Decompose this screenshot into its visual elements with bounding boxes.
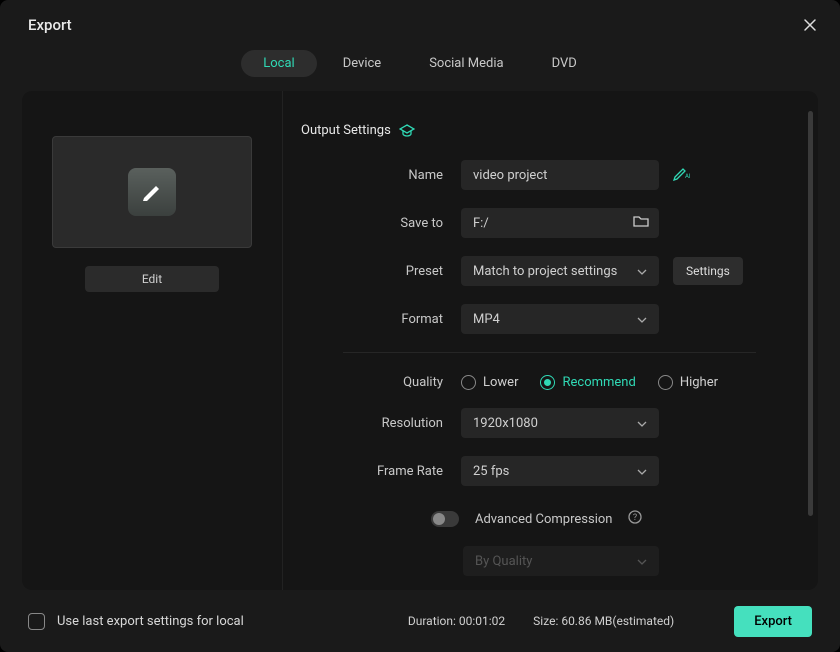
tab-device[interactable]: Device	[321, 50, 404, 77]
folder-icon[interactable]	[633, 214, 649, 232]
quality-lower-label: Lower	[483, 375, 518, 390]
saveto-input[interactable]: F:/	[461, 208, 659, 238]
name-value: video project	[473, 168, 547, 183]
quality-higher-radio[interactable]: Higher	[658, 375, 718, 390]
quality-label: Quality	[301, 375, 461, 390]
tabs: Local Device Social Media DVD	[0, 50, 840, 91]
edit-clip-icon	[128, 168, 176, 216]
resolution-value: 1920x1080	[473, 416, 538, 431]
format-label: Format	[301, 312, 461, 327]
close-icon[interactable]	[802, 17, 818, 33]
quality-higher-label: Higher	[680, 375, 718, 390]
export-button[interactable]: Export	[734, 606, 812, 637]
saveto-label: Save to	[301, 216, 461, 231]
preset-dropdown[interactable]: Match to project settings	[461, 256, 659, 286]
edit-button[interactable]: Edit	[85, 266, 219, 292]
graduation-icon[interactable]	[399, 124, 415, 138]
main-panel: Edit Output Settings Name video project …	[22, 91, 818, 590]
duration-text: Duration: 00:01:02	[408, 614, 505, 628]
advanced-compression-label: Advanced Compression	[475, 512, 612, 527]
output-settings-label: Output Settings	[301, 123, 391, 138]
chevron-down-icon	[637, 312, 647, 327]
format-value: MP4	[473, 312, 500, 327]
quality-recommend-radio[interactable]: Recommend	[540, 375, 635, 390]
name-label: Name	[301, 168, 461, 183]
tab-local[interactable]: Local	[241, 50, 316, 77]
chevron-down-icon	[637, 264, 647, 279]
scrollbar[interactable]	[808, 111, 813, 516]
size-text: Size: 60.86 MB(estimated)	[533, 614, 674, 628]
ai-rename-icon[interactable]: AI	[673, 165, 691, 185]
chevron-down-icon	[637, 464, 647, 479]
compression-mode-value: By Quality	[475, 554, 532, 569]
titlebar: Export	[0, 0, 840, 50]
format-dropdown[interactable]: MP4	[461, 304, 659, 334]
preview-column: Edit	[22, 91, 282, 590]
saveto-value: F:/	[473, 216, 489, 231]
preset-value: Match to project settings	[473, 264, 617, 279]
footer: Use last export settings for local Durat…	[0, 590, 840, 652]
quality-radio-group: Lower Recommend Higher	[461, 375, 718, 390]
name-input[interactable]: video project	[461, 160, 659, 190]
framerate-dropdown[interactable]: 25 fps	[461, 456, 659, 486]
resolution-dropdown[interactable]: 1920x1080	[461, 408, 659, 438]
framerate-value: 25 fps	[473, 464, 509, 479]
preview-thumbnail[interactable]	[52, 136, 252, 248]
chevron-down-icon	[637, 554, 647, 569]
checkbox-icon	[28, 613, 45, 630]
tab-social-media[interactable]: Social Media	[407, 50, 525, 77]
tab-dvd[interactable]: DVD	[530, 50, 599, 77]
compression-mode-dropdown: By Quality	[463, 546, 659, 576]
help-icon[interactable]: ?	[628, 510, 642, 528]
preset-label: Preset	[301, 264, 461, 279]
chevron-down-icon	[637, 416, 647, 431]
divider	[343, 352, 756, 353]
use-last-settings-checkbox[interactable]: Use last export settings for local	[28, 613, 244, 630]
advanced-compression-toggle[interactable]	[431, 511, 459, 527]
svg-text:?: ?	[633, 513, 637, 523]
export-dialog: Export Local Device Social Media DVD Edi…	[0, 0, 840, 652]
output-settings-heading: Output Settings	[301, 123, 756, 138]
framerate-label: Frame Rate	[301, 464, 461, 479]
resolution-label: Resolution	[301, 416, 461, 431]
svg-text:AI: AI	[685, 173, 691, 180]
quality-lower-radio[interactable]: Lower	[461, 375, 518, 390]
preset-settings-button[interactable]: Settings	[673, 257, 743, 285]
quality-recommend-label: Recommend	[562, 375, 635, 390]
output-settings: Output Settings Name video project AI S	[282, 91, 818, 590]
use-last-settings-label: Use last export settings for local	[57, 614, 244, 629]
dialog-title: Export	[28, 16, 72, 34]
